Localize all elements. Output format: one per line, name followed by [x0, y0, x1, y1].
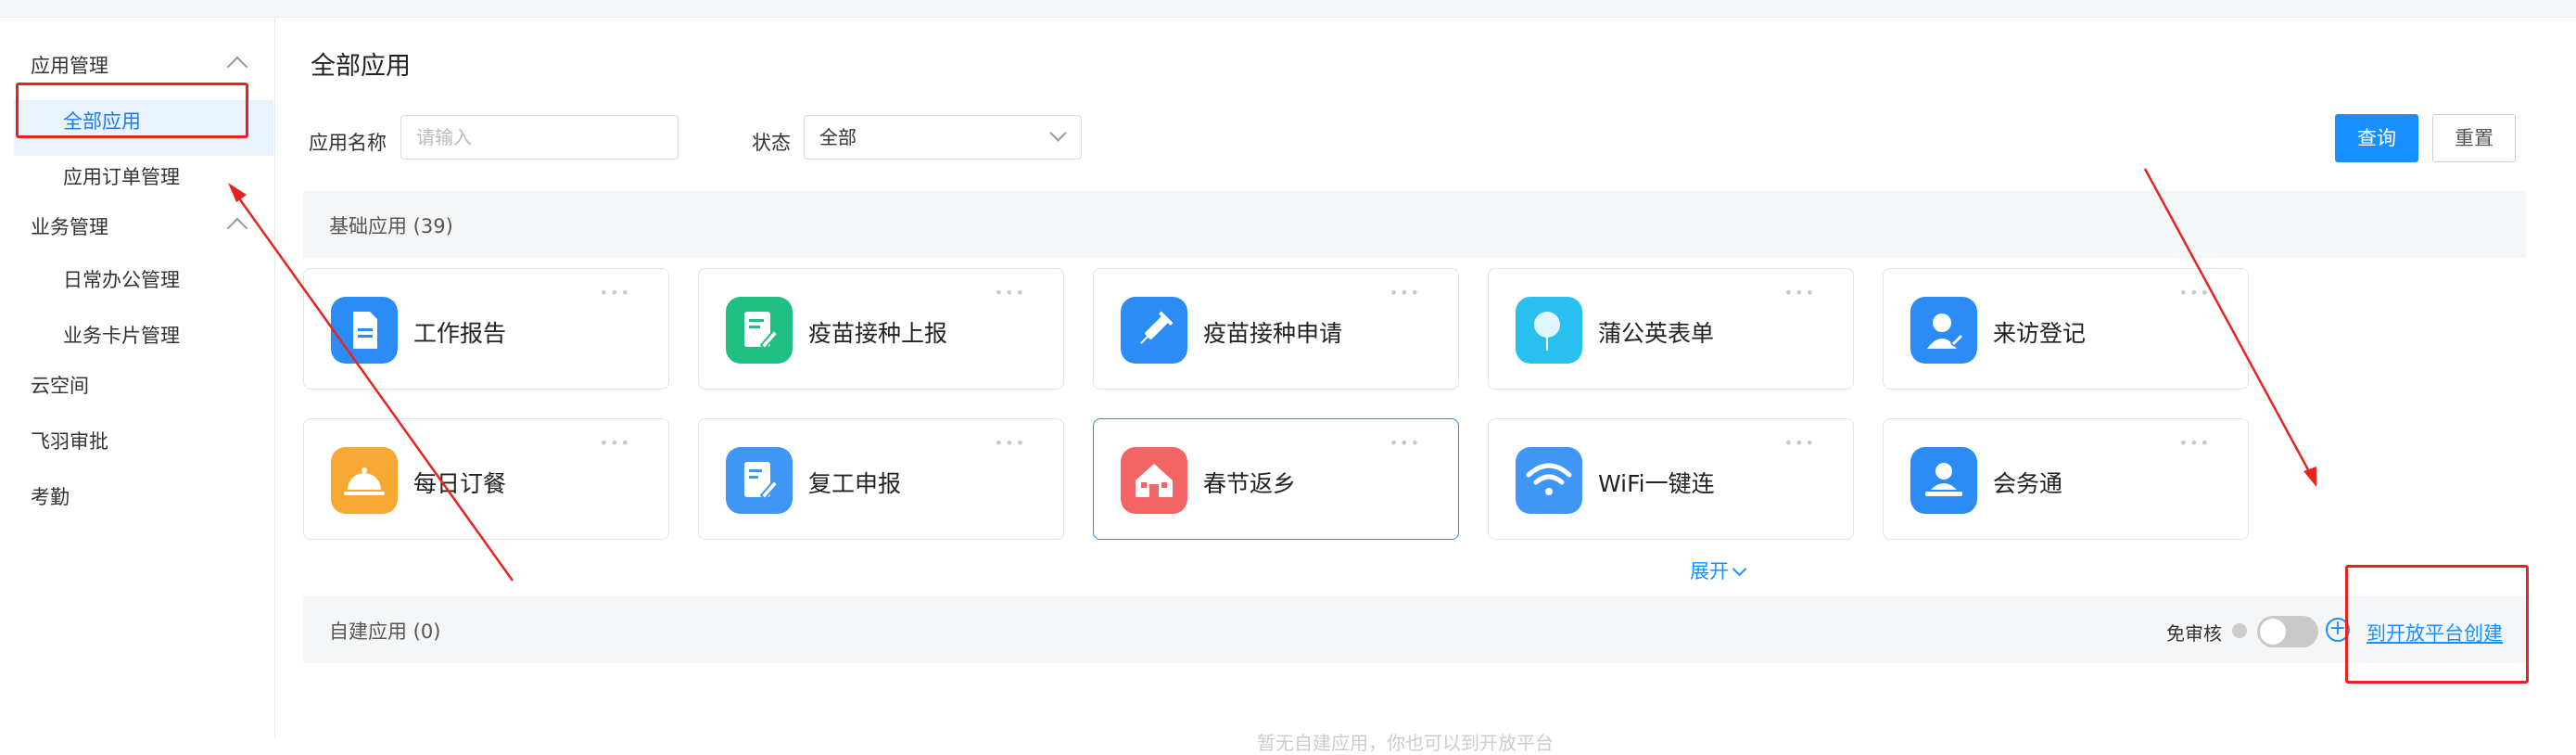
visitor-icon	[1910, 297, 1977, 364]
sidebar-group-app-management[interactable]: 应用管理	[31, 51, 108, 79]
app-card-label: 会务通	[1993, 470, 2063, 497]
annotation-box-create-link	[2345, 565, 2529, 684]
more-dots-icon[interactable]: •••	[600, 286, 631, 301]
app-card-vaccine-apply[interactable]: 疫苗接种申请 •••	[1093, 268, 1459, 390]
no-review-label: 免审核	[2166, 622, 2222, 645]
more-dots-icon[interactable]: •••	[1390, 286, 1421, 301]
vaccine-report-icon	[726, 297, 793, 364]
sidebar-group-business-management[interactable]: 业务管理	[31, 212, 108, 240]
app-card-wifi-connect[interactable]: WiFi一键连 •••	[1488, 418, 1854, 540]
reset-button[interactable]: 重置	[2432, 114, 2516, 162]
more-dots-icon[interactable]: •••	[1784, 436, 1816, 451]
toggle-knob	[2260, 619, 2286, 645]
app-card-visitor-register[interactable]: 来访登记 •••	[1883, 268, 2249, 390]
resume-work-icon	[726, 447, 793, 514]
app-card-label: 每日订餐	[413, 470, 507, 497]
chevron-down-icon	[1732, 561, 1747, 577]
meal-bell-icon	[331, 447, 398, 514]
sidebar-item-daily-office[interactable]: 日常办公管理	[63, 265, 180, 293]
more-dots-icon[interactable]: •••	[1784, 286, 1816, 301]
more-dots-icon[interactable]: •••	[995, 286, 1026, 301]
expand-label: 展开	[1690, 560, 1729, 582]
app-card-label: 疫苗接种上报	[808, 320, 948, 347]
app-card-dandelion-form[interactable]: 蒲公英表单 •••	[1488, 268, 1854, 390]
app-name-input[interactable]: 请输入	[400, 115, 679, 160]
basic-apps-header: 基础应用 (39)	[303, 191, 2526, 258]
app-card-label: 复工申报	[808, 470, 902, 497]
dandelion-icon	[1516, 297, 1582, 364]
wifi-icon	[1516, 447, 1582, 514]
top-header-strip	[0, 0, 2576, 18]
custom-apps-title: 自建应用 (0)	[329, 621, 441, 643]
no-review-toggle[interactable]	[2257, 616, 2318, 647]
basic-apps-title: 基础应用 (39)	[329, 215, 453, 237]
page-title: 全部应用	[311, 52, 411, 81]
main-content: 全部应用 应用名称 请输入 状态 全部 查询 重置 基础应用 (39) 工作报告…	[275, 18, 2576, 737]
meeting-icon	[1910, 447, 1977, 514]
app-card-work-report[interactable]: 工作报告 •••	[303, 268, 669, 390]
query-button[interactable]: 查询	[2335, 114, 2418, 162]
status-label: 状态	[752, 132, 791, 154]
more-dots-icon[interactable]: •••	[1390, 436, 1421, 451]
sidebar-item-cloud-space[interactable]: 云空间	[31, 371, 89, 399]
app-card-label: 工作报告	[413, 320, 507, 347]
sidebar-item-attendance[interactable]: 考勤	[31, 482, 70, 510]
chevron-up-icon[interactable]	[226, 56, 248, 78]
more-dots-icon[interactable]: •••	[995, 436, 1026, 451]
chevron-down-icon	[1049, 124, 1067, 142]
app-card-label: 疫苗接种申请	[1203, 320, 1343, 347]
expand-link[interactable]: 展开	[1690, 557, 1747, 584]
chevron-up-icon[interactable]	[226, 217, 248, 239]
status-select-value: 全部	[819, 126, 857, 148]
app-card-spring-festival-return[interactable]: 春节返乡 •••	[1093, 418, 1459, 540]
app-card-label: WiFi一键连	[1598, 470, 1715, 497]
report-doc-icon	[331, 297, 398, 364]
home-icon	[1121, 447, 1187, 514]
app-name-label: 应用名称	[309, 132, 387, 154]
app-card-vaccine-report[interactable]: 疫苗接种上报 •••	[698, 268, 1064, 390]
more-dots-icon[interactable]: •••	[2179, 436, 2211, 451]
help-icon[interactable]	[2232, 623, 2247, 638]
app-card-meeting[interactable]: 会务通 •••	[1883, 418, 2249, 540]
sidebar-item-app-orders[interactable]: 应用订单管理	[63, 162, 180, 190]
empty-state-hint: 暂无自建应用，你也可以到开放平台	[1257, 732, 1554, 754]
more-dots-icon[interactable]: •••	[600, 436, 631, 451]
annotation-box-all-apps	[16, 83, 248, 138]
sidebar-item-approval[interactable]: 飞羽审批	[31, 427, 108, 454]
app-card-daily-meal[interactable]: 每日订餐 •••	[303, 418, 669, 540]
app-card-label: 蒲公英表单	[1598, 320, 1715, 347]
more-dots-icon[interactable]: •••	[2179, 286, 2211, 301]
syringe-icon	[1121, 297, 1187, 364]
app-card-label: 来访登记	[1993, 320, 2087, 347]
sidebar-item-business-cards[interactable]: 业务卡片管理	[63, 321, 180, 349]
app-card-label: 春节返乡	[1203, 470, 1297, 497]
status-select[interactable]: 全部	[804, 115, 1082, 160]
app-card-resume-work[interactable]: 复工申报 •••	[698, 418, 1064, 540]
